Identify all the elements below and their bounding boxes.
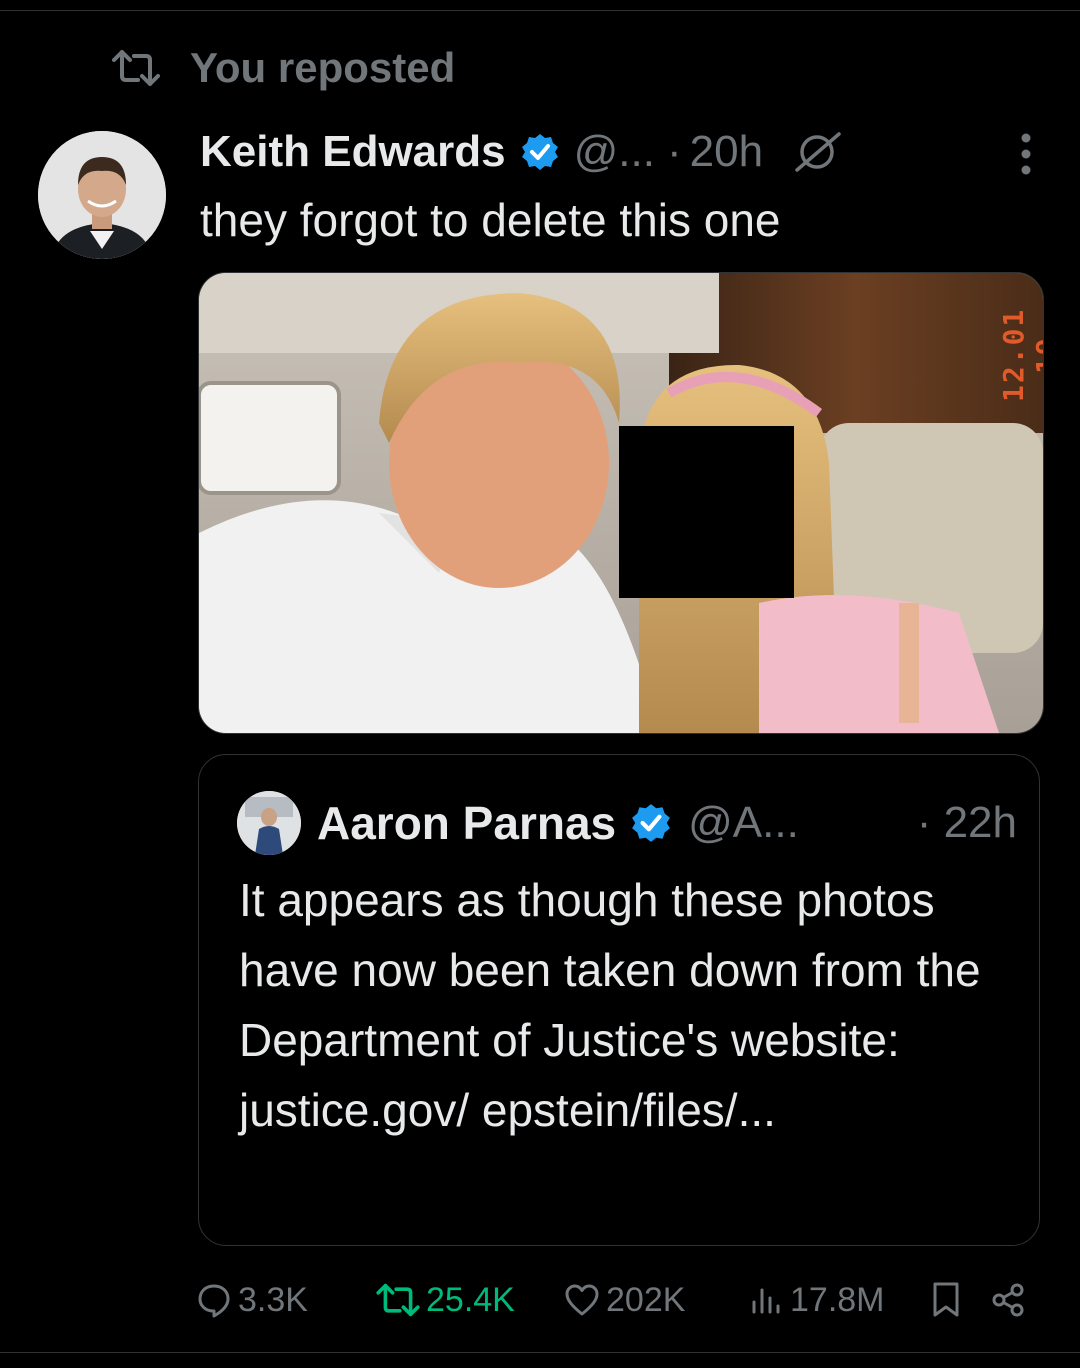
views-count: 17.8M (790, 1280, 885, 1319)
repost-label: You reposted (190, 44, 456, 91)
like-button[interactable]: 202K (564, 1276, 685, 1324)
action-bar: 3.3K 25.4K 202K 17.8M (196, 1276, 1036, 1324)
quote-avatar[interactable] (237, 791, 301, 855)
author-handle[interactable]: @... (574, 127, 655, 177)
tweet-time[interactable]: 20h (690, 127, 763, 177)
quote-header: Aaron Parnas @A... · 22h (237, 791, 1017, 855)
avatar[interactable] (38, 131, 166, 259)
quote-text: It appears as though these photos have n… (239, 874, 981, 1136)
tweet-text: they forgot to delete this one (200, 194, 781, 246)
bottom-divider (0, 1352, 1080, 1353)
photo-date-stamp: 12.01 19 (997, 307, 1044, 403)
repost-icon (112, 48, 160, 88)
quote-time[interactable]: · 22h (917, 798, 1017, 848)
reply-count: 3.3K (238, 1280, 308, 1319)
reply-icon (198, 1284, 230, 1318)
verified-badge-icon[interactable] (630, 802, 672, 844)
bookmark-icon (933, 1282, 959, 1317)
views-button[interactable]: 17.8M (748, 1276, 885, 1324)
verified-badge-icon[interactable] (520, 132, 560, 172)
quote-author-name[interactable]: Aaron Parnas (317, 796, 616, 850)
redaction-box (619, 426, 794, 598)
top-divider (0, 10, 1080, 11)
like-count: 202K (606, 1280, 686, 1319)
author-name[interactable]: Keith Edwards (200, 127, 506, 177)
repost-icon (376, 1283, 420, 1317)
share-icon (992, 1283, 1024, 1317)
repost-count: 25.4K (426, 1280, 515, 1319)
separator-dot: · (666, 127, 682, 176)
bookmark-button[interactable] (930, 1276, 962, 1324)
tweet-photo[interactable]: 12.01 19 (198, 272, 1044, 734)
edit-disabled-icon (791, 130, 845, 174)
repost-banner[interactable]: You reposted (112, 40, 455, 96)
share-button[interactable] (990, 1276, 1026, 1324)
reply-button[interactable]: 3.3K (196, 1276, 308, 1324)
quote-author-handle[interactable]: @A... (688, 798, 799, 848)
views-chart-icon (752, 1288, 780, 1314)
more-options-icon[interactable] (1018, 132, 1034, 176)
tweet-header: Keith Edwards @... · 20h (200, 118, 1040, 186)
quoted-tweet[interactable]: Aaron Parnas @A... · 22h It appears as t… (198, 754, 1040, 1246)
repost-button[interactable]: 25.4K (376, 1276, 515, 1324)
heart-icon (565, 1284, 599, 1316)
